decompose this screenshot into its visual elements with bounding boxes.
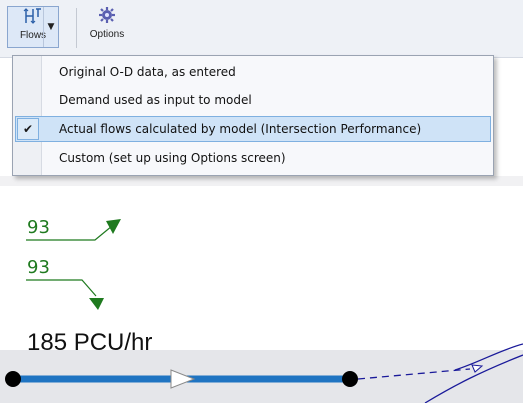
menu-item-demand-input[interactable]: Demand used as input to model xyxy=(15,87,491,113)
flow-value-bottom: 93 xyxy=(27,257,50,278)
curved-lanes xyxy=(424,343,523,403)
flow-value-top: 93 xyxy=(27,217,50,238)
menu-item-label: Original O-D data, as entered xyxy=(59,65,236,79)
flows-dropdown-menu: Original O-D data, as entered Demand use… xyxy=(12,55,494,176)
link-road xyxy=(5,368,471,389)
menu-item-label: Actual flows calculated by model (Inters… xyxy=(59,122,422,136)
checkmark-icon: ✔ xyxy=(17,118,39,140)
menu-item-label: Custom (set up using Options screen) xyxy=(59,151,286,165)
menu-item-custom[interactable]: Custom (set up using Options screen) xyxy=(15,145,491,171)
link-flow-label: 185 PCU/hr xyxy=(27,329,153,356)
menu-item-label: Demand used as input to model xyxy=(59,93,252,107)
flow-arrow-bottom xyxy=(26,279,104,310)
menu-item-actual-flows[interactable]: ✔ Actual flows calculated by model (Inte… xyxy=(15,116,491,142)
menu-item-original-od[interactable]: Original O-D data, as entered xyxy=(15,59,491,85)
